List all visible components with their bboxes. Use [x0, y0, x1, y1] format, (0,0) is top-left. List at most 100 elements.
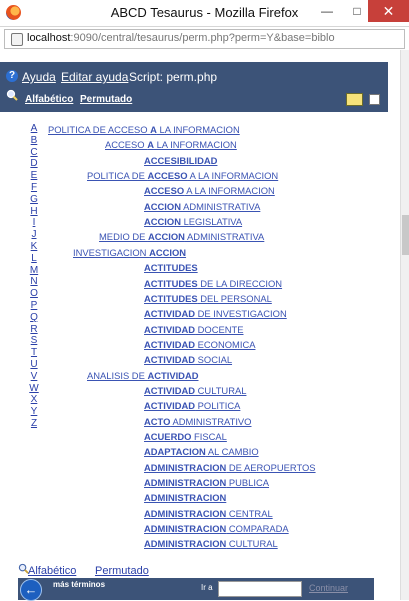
option-checkbox[interactable]: [369, 94, 380, 105]
term-keyword: ACCION: [144, 201, 181, 212]
term-link[interactable]: INVESTIGACION ACCION: [73, 247, 186, 258]
page-content: ? Ayuda Editar ayuda Script: perm.php Al…: [0, 50, 400, 600]
term-keyword: ADMINISTRACION: [144, 462, 226, 473]
back-arrow-icon[interactable]: ←: [20, 579, 42, 601]
term-keyword: ADAPTACION: [144, 446, 206, 457]
term-keyword: ACTITUDES: [144, 293, 198, 304]
term-keyword: ACTITUDES: [144, 278, 198, 289]
term-link[interactable]: ACTIVIDAD SOCIAL: [144, 354, 232, 365]
term-keyword: ADMINISTRACION: [144, 508, 226, 519]
term-keyword: A: [150, 124, 157, 135]
edit-help-link[interactable]: Editar ayuda: [61, 70, 128, 84]
term-keyword: ADMINISTRACION: [144, 523, 226, 534]
term-prefix: INVESTIGACION: [73, 247, 149, 258]
term-link[interactable]: ACCESO A LA INFORMACION: [105, 139, 237, 150]
term-link[interactable]: ACTIVIDAD DE INVESTIGACION: [144, 308, 287, 319]
term-suffix: DE INVESTIGACION: [195, 308, 287, 319]
term-suffix: PUBLICA: [226, 477, 269, 488]
term-keyword: ACTIVIDAD: [144, 354, 195, 365]
more-terms-label: más términos: [53, 580, 105, 589]
term-suffix: A LA INFORMACION: [184, 185, 275, 196]
term-link[interactable]: ACTO ADMINISTRATIVO: [144, 416, 251, 427]
term-link[interactable]: ACTITUDES DEL PERSONAL: [144, 293, 272, 304]
term-link[interactable]: ANALISIS DE ACTIVIDAD: [87, 370, 199, 381]
term-link[interactable]: ADMINISTRACION CULTURAL: [144, 538, 278, 549]
term-link[interactable]: ACTIVIDAD POLITICA: [144, 400, 240, 411]
term-suffix: CULTURAL: [226, 538, 277, 549]
term-link[interactable]: POLITICA DE ACCESO A LA INFORMACION: [48, 124, 240, 135]
term-keyword: ACTIVIDAD: [144, 385, 195, 396]
term-link[interactable]: ACTIVIDAD CULTURAL: [144, 385, 246, 396]
term-keyword: ACTO: [144, 416, 170, 427]
term-link[interactable]: MEDIO DE ACCION ADMINISTRATIVA: [99, 231, 264, 242]
term-prefix: ANALISIS DE: [87, 370, 147, 381]
continue-link[interactable]: Continuar: [309, 583, 348, 593]
term-keyword: A: [147, 139, 154, 150]
term-list: POLITICA DE ACCESO A LA INFORMACIONACCES…: [0, 124, 390, 554]
term-link[interactable]: ACCION LEGISLATIVA: [144, 216, 242, 227]
go-to-label: Ir a: [201, 583, 213, 592]
url-text[interactable]: localhost:9090/central/tesaurus/perm.php…: [27, 32, 335, 44]
term-link[interactable]: ACTITUDES DE LA DIRECCION: [144, 278, 282, 289]
term-suffix: ADMINISTRATIVA: [181, 201, 260, 212]
window-titlebar: ABCD Tesaurus - Mozilla Firefox — □ ✕: [0, 0, 409, 27]
term-suffix: LA INFORMACION: [154, 139, 237, 150]
script-label: Script: perm.php: [129, 70, 217, 84]
url-host: localhost: [27, 32, 70, 44]
term-link[interactable]: ADMINISTRACION DE AEROPUERTOS: [144, 462, 316, 473]
term-suffix: DEL PERSONAL: [198, 293, 272, 304]
scrollbar[interactable]: [400, 50, 409, 600]
page-icon: [11, 33, 23, 46]
bottom-tab-alfabetico[interactable]: Alfabético: [28, 565, 76, 577]
term-suffix: DOCENTE: [195, 324, 243, 335]
term-suffix: POLITICA: [195, 400, 240, 411]
term-link[interactable]: ACCION ADMINISTRATIVA: [144, 201, 260, 212]
term-link[interactable]: ACCESO A LA INFORMACION: [144, 185, 275, 196]
navigation-footer: ← más términos Ir a Continuar: [18, 578, 374, 600]
term-keyword: ACUERDO: [144, 431, 191, 442]
term-link[interactable]: ADMINISTRACION PUBLICA: [144, 477, 269, 488]
term-keyword: ADMINISTRACION: [144, 538, 226, 549]
term-suffix: CENTRAL: [226, 508, 272, 519]
term-keyword: ACTIVIDAD: [144, 400, 195, 411]
url-path: :9090/central/tesaurus/perm.php?perm=Y&b…: [70, 32, 334, 44]
term-link[interactable]: POLITICA DE ACCESO A LA INFORMACION: [87, 170, 278, 181]
term-link[interactable]: ACUERDO FISCAL: [144, 431, 227, 442]
term-link[interactable]: ACTIVIDAD DOCENTE: [144, 324, 244, 335]
term-link[interactable]: ADMINISTRACION CENTRAL: [144, 508, 273, 519]
close-button[interactable]: ✕: [368, 0, 409, 22]
bottom-tab-permutado[interactable]: Permutado: [95, 565, 149, 577]
term-keyword: ACCESO: [147, 170, 187, 181]
term-keyword: ACTIVIDAD: [144, 324, 195, 335]
term-prefix: ACCESO: [105, 139, 147, 150]
term-keyword: ACCESO: [144, 185, 184, 196]
term-link[interactable]: ADMINISTRACION: [144, 492, 226, 503]
tab-alfabetico[interactable]: Alfabético: [25, 94, 73, 105]
term-keyword: ACTIVIDAD: [144, 308, 195, 319]
term-link[interactable]: ACTIVIDAD ECONOMICA: [144, 339, 255, 350]
term-keyword: ACTIVIDAD: [147, 370, 198, 381]
term-keyword: ADMINISTRACION: [144, 492, 226, 503]
term-link[interactable]: ACCESIBILIDAD: [144, 155, 217, 166]
thesaurus-header: ? Ayuda Editar ayuda Script: perm.php Al…: [0, 62, 388, 112]
magnifier-icon: [6, 89, 18, 101]
term-suffix: LA INFORMACION: [157, 124, 240, 135]
tab-permutado[interactable]: Permutado: [80, 94, 132, 105]
go-to-input[interactable]: [218, 581, 302, 597]
address-bar[interactable]: localhost:9090/central/tesaurus/perm.php…: [4, 29, 405, 49]
help-icon[interactable]: ?: [6, 70, 18, 82]
term-suffix: FISCAL: [191, 431, 226, 442]
term-link[interactable]: ADAPTACION AL CAMBIO: [144, 446, 259, 457]
scrollbar-thumb[interactable]: [402, 215, 409, 255]
term-link[interactable]: ACTITUDES: [144, 262, 198, 273]
term-prefix: MEDIO DE: [99, 231, 148, 242]
term-prefix: POLITICA DE ACCESO: [48, 124, 150, 135]
term-suffix: COMPARADA: [226, 523, 288, 534]
term-suffix: LEGISLATIVA: [181, 216, 242, 227]
print-icon[interactable]: [346, 93, 363, 106]
term-suffix: A LA INFORMACION: [188, 170, 279, 181]
term-suffix: DE AEROPUERTOS: [226, 462, 315, 473]
term-link[interactable]: ADMINISTRACION COMPARADA: [144, 523, 289, 534]
minimize-button[interactable]: —: [312, 0, 342, 22]
help-link[interactable]: Ayuda: [22, 70, 56, 84]
